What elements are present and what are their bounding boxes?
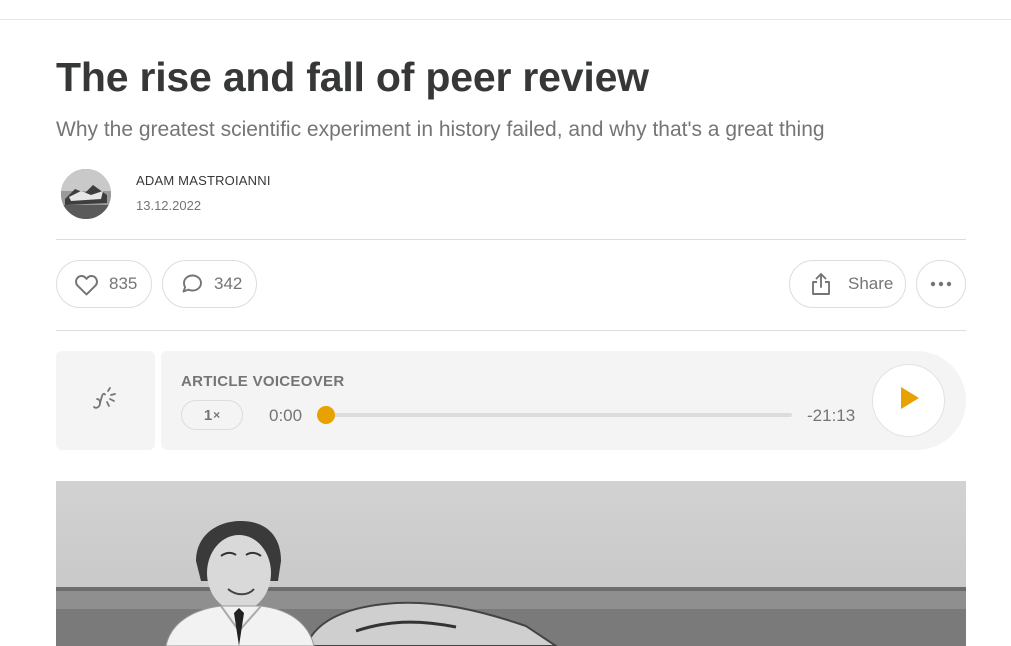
more-button[interactable] <box>916 260 966 308</box>
post-title: The rise and fall of peer review <box>56 54 649 100</box>
hero-photo <box>56 481 966 646</box>
comment-button[interactable]: 342 <box>162 260 257 308</box>
heart-icon <box>74 273 99 296</box>
share-button[interactable]: Share <box>789 260 906 308</box>
more-icon <box>930 281 952 287</box>
voiceover-player: ARTICLE VOICEOVER 1 × 0:00 -21:13 <box>161 351 966 450</box>
comment-count: 342 <box>214 274 243 293</box>
playback-speed-button[interactable]: 1 × <box>181 400 243 430</box>
share-label: Share <box>848 274 894 293</box>
comment-icon <box>180 273 204 295</box>
progress-track[interactable] <box>317 406 792 424</box>
play-icon <box>897 385 921 416</box>
divider <box>56 239 966 240</box>
play-button[interactable] <box>872 364 945 437</box>
author-name[interactable]: ADAM MASTROIANNI <box>136 173 271 188</box>
speed-suffix: × <box>213 408 221 422</box>
progress-thumb[interactable] <box>317 406 335 424</box>
post-subtitle: Why the greatest scientific experiment i… <box>56 118 825 141</box>
post-date: 13.12.2022 <box>136 198 202 213</box>
share-icon <box>808 271 834 297</box>
avatar-photo <box>61 169 111 219</box>
like-count: 835 <box>109 274 138 293</box>
time-remaining: -21:13 <box>807 406 856 425</box>
voiceover-icon <box>91 383 121 418</box>
time-elapsed: 0:00 <box>269 406 303 425</box>
author-avatar[interactable] <box>61 169 111 219</box>
header-divider <box>0 19 1011 20</box>
hero-image <box>56 481 966 646</box>
divider <box>56 330 966 331</box>
voiceover-icon-box <box>56 351 155 450</box>
like-button[interactable]: 835 <box>56 260 152 308</box>
voiceover-label: ARTICLE VOICEOVER <box>181 373 345 390</box>
speed-value: 1 <box>203 406 213 424</box>
